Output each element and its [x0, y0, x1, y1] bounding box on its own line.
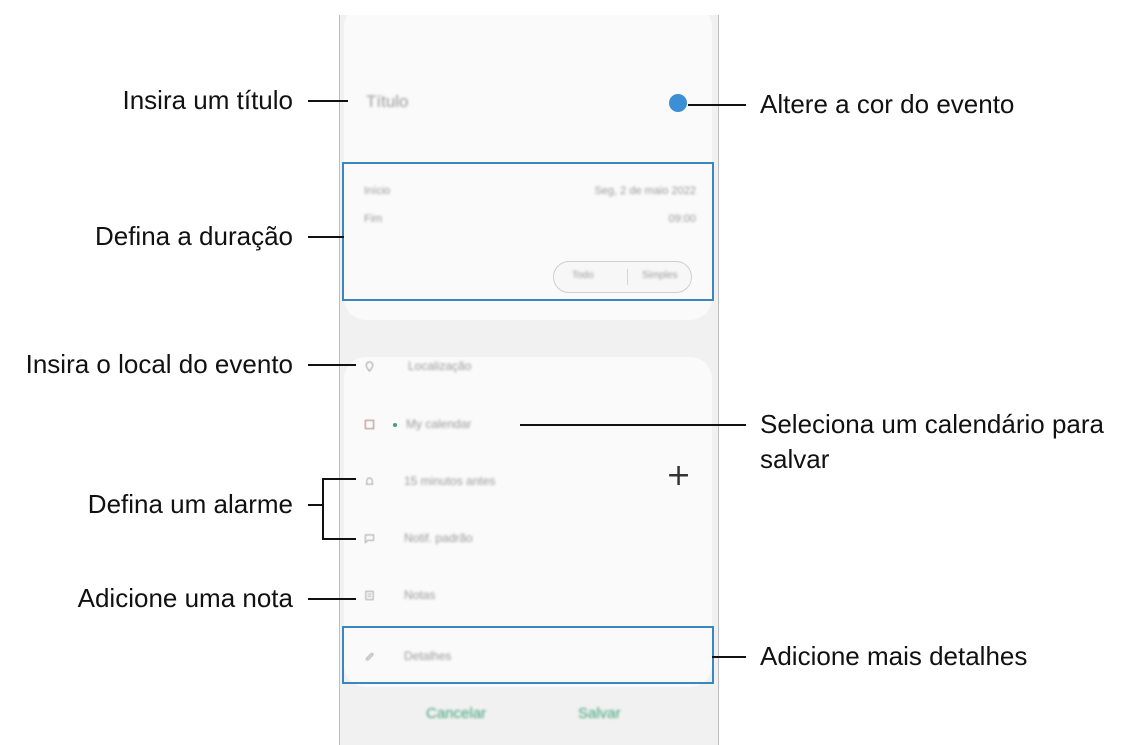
annotation-duration: Defina a duração [94, 221, 293, 251]
annotation-details: Adicione mais detalhes [760, 641, 1028, 671]
annotation-alarm: Defina um alarme [87, 489, 293, 519]
annotation-calendar-line2: salvar [760, 444, 830, 474]
note-leader-line [308, 598, 356, 600]
calendar-leader-line [520, 424, 746, 426]
cancel-button[interactable]: Cancelar [426, 705, 486, 722]
annotation-location: Insira o local do evento [25, 349, 293, 379]
calendar-icon [364, 419, 375, 430]
calendar-color-dot [393, 423, 397, 427]
message-icon [364, 534, 375, 544]
note-icon [365, 590, 374, 601]
event-color-button[interactable] [669, 94, 687, 112]
location-pin-icon [365, 361, 374, 372]
annotation-color: Altere a cor do evento [760, 89, 1015, 119]
details-leader-line [712, 656, 746, 658]
details-highlight-box [342, 626, 714, 684]
add-alarm-button[interactable]: + [666, 461, 691, 491]
annotation-calendar-line1: Seleciona um calendário para [760, 409, 1104, 439]
annotation-title: Insira um título [122, 85, 293, 115]
title-input[interactable]: Título [366, 92, 409, 112]
duration-leader-line [308, 236, 344, 238]
notification-type-select[interactable]: Notif. padrão [404, 531, 473, 545]
location-input[interactable]: Localização [408, 359, 471, 373]
annotation-note: Adicione uma nota [77, 583, 293, 613]
alarm-bracket-line [322, 478, 324, 540]
alarm-bracket-bottom [322, 538, 356, 540]
color-leader-line [688, 104, 746, 106]
title-leader-line [308, 100, 348, 102]
note-input[interactable]: Notas [404, 588, 435, 602]
bell-icon [365, 477, 374, 485]
location-leader-line [308, 364, 356, 366]
alarm-bracket-top [322, 478, 356, 480]
save-button[interactable]: Salvar [578, 705, 621, 722]
duration-highlight-box [342, 162, 714, 301]
calendar-select[interactable]: My calendar [406, 417, 471, 431]
alarm-select[interactable]: 15 minutos antes [404, 474, 495, 488]
